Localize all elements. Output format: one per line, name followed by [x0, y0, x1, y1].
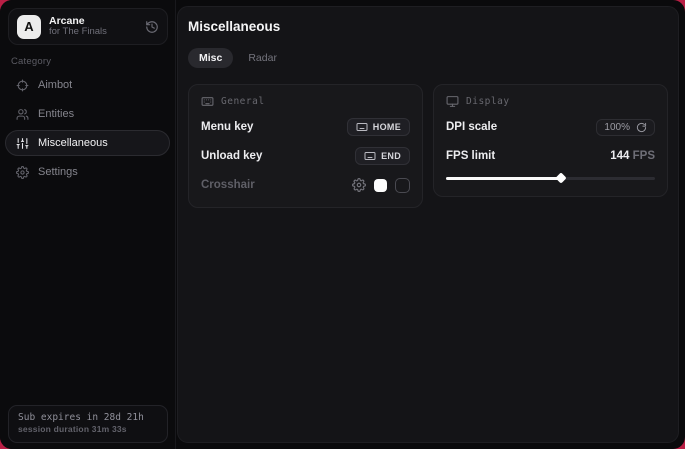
menu-key-label: Menu key — [201, 121, 253, 133]
keyboard-icon — [364, 150, 376, 162]
fps-limit-slider[interactable] — [446, 172, 655, 184]
sidebar-item-label: Miscellaneous — [38, 137, 108, 149]
unload-key-row: Unload key END — [201, 146, 410, 166]
dpi-scale-label: DPI scale — [446, 121, 497, 133]
app-window: A Arcane for The Finals Category — [0, 0, 685, 449]
page-title: Miscellaneous — [188, 19, 668, 34]
tab-radar[interactable]: Radar — [237, 48, 288, 68]
fps-slider-thumb[interactable] — [555, 172, 566, 183]
dpi-scale-row: DPI scale 100% — [446, 117, 655, 137]
sidebar-nav: Aimbot Entities — [5, 72, 170, 188]
subscription-info-box: Sub expires in 28d 21h session duration … — [8, 405, 168, 443]
menu-key-bind-button[interactable]: HOME — [347, 118, 410, 136]
sidebar: A Arcane for The Finals Category — [0, 0, 176, 449]
unload-key-label: Unload key — [201, 150, 262, 162]
sidebar-item-settings[interactable]: Settings — [5, 159, 170, 185]
card-title: Display — [466, 96, 510, 107]
crosshair-color-swatch[interactable] — [374, 179, 387, 192]
gear-icon — [16, 166, 29, 179]
crosshair-row: Crosshair — [201, 175, 410, 195]
session-duration-text: session duration 31m 33s — [18, 424, 158, 436]
refresh-icon — [636, 122, 647, 133]
sidebar-item-label: Aimbot — [38, 79, 72, 91]
fps-limit-row: FPS limit 144 FPS — [446, 146, 655, 166]
unload-key-bind-button[interactable]: END — [355, 147, 410, 165]
sidebar-item-aimbot[interactable]: Aimbot — [5, 72, 170, 98]
keyboard-icon — [356, 121, 368, 133]
crosshair-checkbox[interactable] — [395, 178, 410, 193]
menu-key-row: Menu key HOME — [201, 117, 410, 137]
brand-card: A Arcane for The Finals — [8, 8, 168, 45]
crosshair-icon — [16, 79, 29, 92]
app-subtitle: for The Finals — [49, 27, 137, 38]
main-panel: Miscellaneous Misc Radar General — [177, 6, 679, 443]
users-icon — [16, 108, 29, 121]
cards-grid: General Menu key HOME Unload key — [188, 84, 668, 208]
crosshair-label: Crosshair — [201, 179, 255, 191]
fps-slider-fill — [446, 177, 561, 180]
fps-limit-value: 144 FPS — [610, 150, 655, 162]
sidebar-item-miscellaneous[interactable]: Miscellaneous — [5, 130, 170, 156]
tab-misc[interactable]: Misc — [188, 48, 233, 68]
general-card: General Menu key HOME Unload key — [188, 84, 423, 208]
category-label: Category — [11, 56, 51, 67]
sub-expires-text: Sub expires in 28d 21h — [18, 411, 158, 424]
sidebar-item-label: Settings — [38, 166, 78, 178]
app-logo: A — [17, 15, 41, 39]
keyboard-icon — [201, 95, 214, 108]
tab-bar: Misc Radar — [188, 48, 668, 68]
display-card: Display DPI scale 100% — [433, 84, 668, 197]
crosshair-settings-gear-icon[interactable] — [352, 178, 366, 192]
sliders-icon — [16, 137, 29, 150]
sidebar-item-label: Entities — [38, 108, 74, 120]
dpi-scale-button[interactable]: 100% — [596, 119, 655, 136]
history-icon[interactable] — [145, 20, 159, 34]
card-title: General — [221, 96, 265, 107]
monitor-icon — [446, 95, 459, 108]
sidebar-item-entities[interactable]: Entities — [5, 101, 170, 127]
fps-limit-label: FPS limit — [446, 150, 495, 162]
